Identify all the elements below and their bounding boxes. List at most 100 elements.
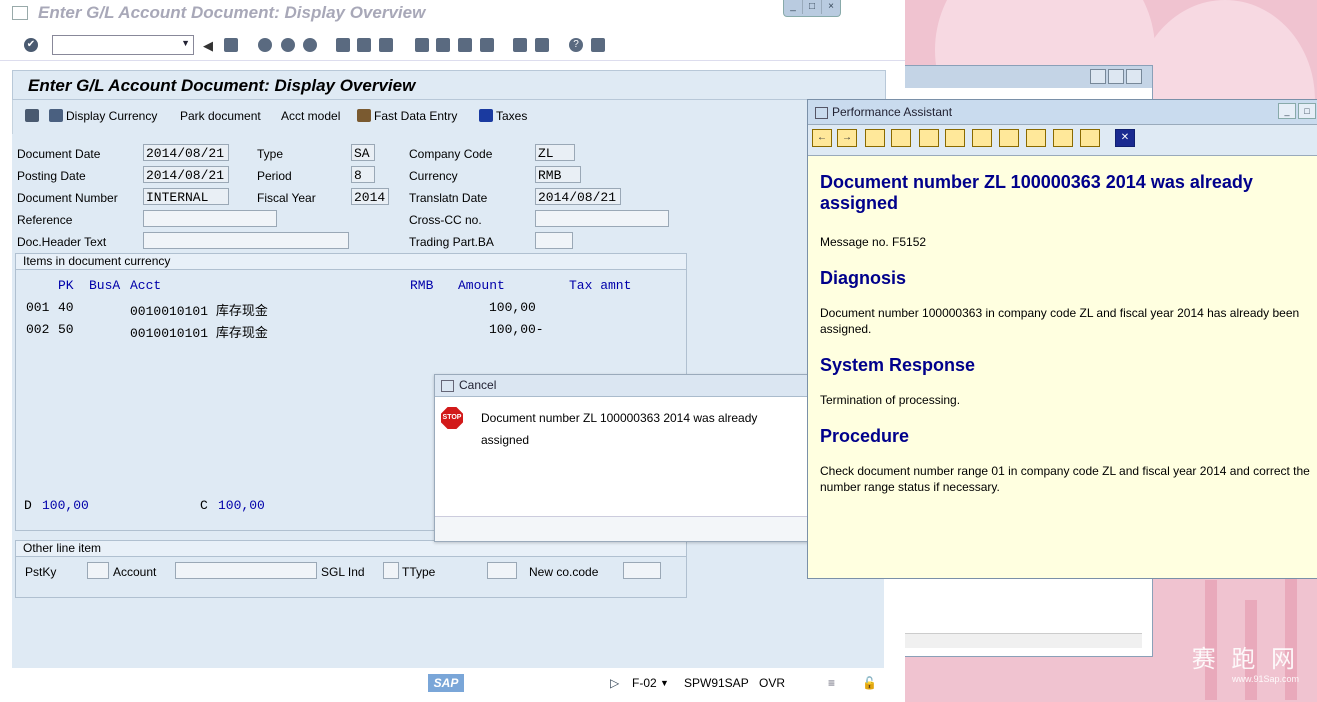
pa-window-controls: _ □ — [1276, 103, 1316, 119]
row-2-no[interactable]: 002 — [26, 322, 49, 337]
cross-cc-label: Cross-CC no. — [409, 213, 482, 227]
chevron-down-icon[interactable]: ▼ — [660, 678, 669, 688]
find-icon[interactable] — [357, 38, 371, 52]
trading-part-label: Trading Part.BA — [409, 235, 494, 249]
back-arrow-icon[interactable]: ◀ — [203, 38, 213, 54]
settings-icon[interactable] — [1026, 129, 1046, 147]
copy-icon[interactable] — [1053, 129, 1073, 147]
forward-arrow-icon[interactable]: → — [837, 129, 857, 147]
currency-field[interactable]: RMB — [535, 166, 581, 183]
previous-page-icon[interactable] — [436, 38, 450, 52]
exit-icon[interactable] — [281, 38, 295, 52]
doc-header-text-field[interactable] — [143, 232, 349, 249]
maximize-icon[interactable]: □ — [1298, 103, 1316, 119]
posting-key-field[interactable] — [87, 562, 109, 579]
maximize-icon[interactable] — [1108, 69, 1124, 84]
minimize-icon[interactable]: _ — [784, 0, 802, 14]
fast-data-entry-button[interactable]: Fast Data Entry — [357, 109, 457, 123]
performance-assistant-titlebar: Performance Assistant _ □ — [808, 100, 1317, 125]
last-page-icon[interactable] — [480, 38, 494, 52]
cancel-icon[interactable] — [303, 38, 317, 52]
chevron-down-icon[interactable]: ▼ — [181, 38, 190, 48]
translation-date-field[interactable]: 2014/08/21 — [535, 188, 621, 205]
status-list-icon[interactable]: ≡ — [828, 676, 835, 690]
reference-field[interactable] — [143, 210, 277, 227]
document-type-field[interactable]: SA — [351, 144, 375, 161]
performance-assistant-title: Performance Assistant — [832, 105, 953, 119]
next-page-icon[interactable] — [458, 38, 472, 52]
back-arrow-icon[interactable]: ← — [812, 129, 832, 147]
items-group-title: Items in document currency — [16, 254, 686, 270]
minimize-icon[interactable] — [1090, 69, 1106, 84]
print-icon[interactable] — [336, 38, 350, 52]
command-field[interactable]: ▼ — [52, 35, 194, 55]
save-icon[interactable] — [224, 38, 238, 52]
layout-menu-icon[interactable] — [591, 38, 605, 52]
lock-icon[interactable]: 🔓 — [862, 676, 877, 690]
user-icon[interactable] — [972, 129, 992, 147]
window-controls: _ □ × — [783, 0, 841, 17]
print-icon[interactable] — [1080, 129, 1100, 147]
insert-mode[interactable]: OVR — [759, 676, 785, 690]
ttype-field[interactable] — [487, 562, 517, 579]
shortcut-icon[interactable] — [535, 38, 549, 52]
cancel-dialog-message: Document number ZL 100000363 2014 was al… — [481, 411, 758, 447]
posting-date-field[interactable]: 2014/08/21 — [143, 166, 229, 183]
diagnosis-heading: Diagnosis — [820, 268, 907, 288]
other-line-item-title: Other line item — [16, 541, 686, 557]
notes-icon[interactable] — [945, 129, 965, 147]
document-date-field[interactable]: 2014/08/21 — [143, 144, 229, 161]
help-icon[interactable]: ? — [569, 38, 583, 52]
first-page-icon[interactable] — [415, 38, 429, 52]
display-currency-icon — [49, 109, 63, 122]
taxes-button[interactable]: Taxes — [479, 109, 527, 123]
cancel-dialog-footer — [435, 516, 815, 541]
status-bar: SAP ▷ F-02 ▼ SPW91SAP OVR ≡ 🔓 — [0, 668, 905, 702]
cross-cc-field[interactable] — [535, 210, 669, 227]
transaction-code[interactable]: F-02 — [632, 676, 657, 690]
close-icon[interactable] — [1126, 69, 1142, 84]
close-icon[interactable]: × — [821, 0, 840, 14]
company-code-field[interactable]: ZL — [535, 144, 575, 161]
display-currency-button[interactable]: Display Currency — [49, 109, 157, 123]
back-icon[interactable] — [258, 38, 272, 52]
fiscal-year-field[interactable]: 2014 — [351, 188, 389, 205]
enter-check-icon[interactable]: ✔ — [24, 38, 38, 52]
system-name: SPW91SAP — [684, 676, 749, 690]
book-icon[interactable] — [865, 129, 885, 147]
sgl-ind-field[interactable] — [383, 562, 399, 579]
magnifier-icon — [25, 109, 39, 122]
type-label: Type — [257, 147, 284, 161]
park-document-button[interactable]: Park document — [180, 109, 261, 123]
document-overview-button[interactable] — [25, 109, 42, 123]
period-field[interactable]: 8 — [351, 166, 375, 183]
tree-icon[interactable] — [891, 129, 911, 147]
document-number-label: Document Number — [17, 191, 118, 205]
performance-assistant-window: Performance Assistant _ □ ← → ✕ Document… — [807, 99, 1317, 579]
new-co-code-field[interactable] — [623, 562, 661, 579]
status-expand-icon[interactable]: ▷ — [610, 676, 619, 690]
page-title: Enter G/L Account Document: Display Over… — [28, 76, 416, 95]
document-number-field[interactable]: INTERNAL — [143, 188, 229, 205]
horizontal-scrollbar[interactable] — [894, 633, 1142, 648]
cancel-dialog-title: Cancel — [459, 378, 497, 392]
window-menu-icon[interactable] — [815, 107, 828, 119]
new-session-icon[interactable] — [513, 38, 527, 52]
row-1-no[interactable]: 001 — [26, 300, 49, 315]
col-tax: Tax amnt — [569, 278, 632, 293]
window-menu-icon[interactable] — [12, 6, 28, 20]
find-next-icon[interactable] — [379, 38, 393, 52]
edit-icon[interactable] — [919, 129, 939, 147]
company-code-label: Company Code — [409, 147, 493, 161]
acct-model-button[interactable]: Acct model — [281, 109, 340, 123]
dialog-menu-icon[interactable] — [441, 380, 454, 392]
account-field[interactable] — [175, 562, 317, 579]
trading-part-field[interactable] — [535, 232, 573, 249]
application-toolbar: Display Currency Park document Acct mode… — [12, 100, 886, 135]
minimize-icon[interactable]: _ — [1278, 103, 1296, 119]
close-icon[interactable]: ✕ — [1115, 129, 1135, 147]
watermark-title: 赛 跑 网 — [1191, 645, 1299, 673]
background-window-titlebar — [894, 66, 1152, 88]
maximize-icon[interactable]: □ — [802, 0, 821, 14]
document-icon[interactable] — [999, 129, 1019, 147]
